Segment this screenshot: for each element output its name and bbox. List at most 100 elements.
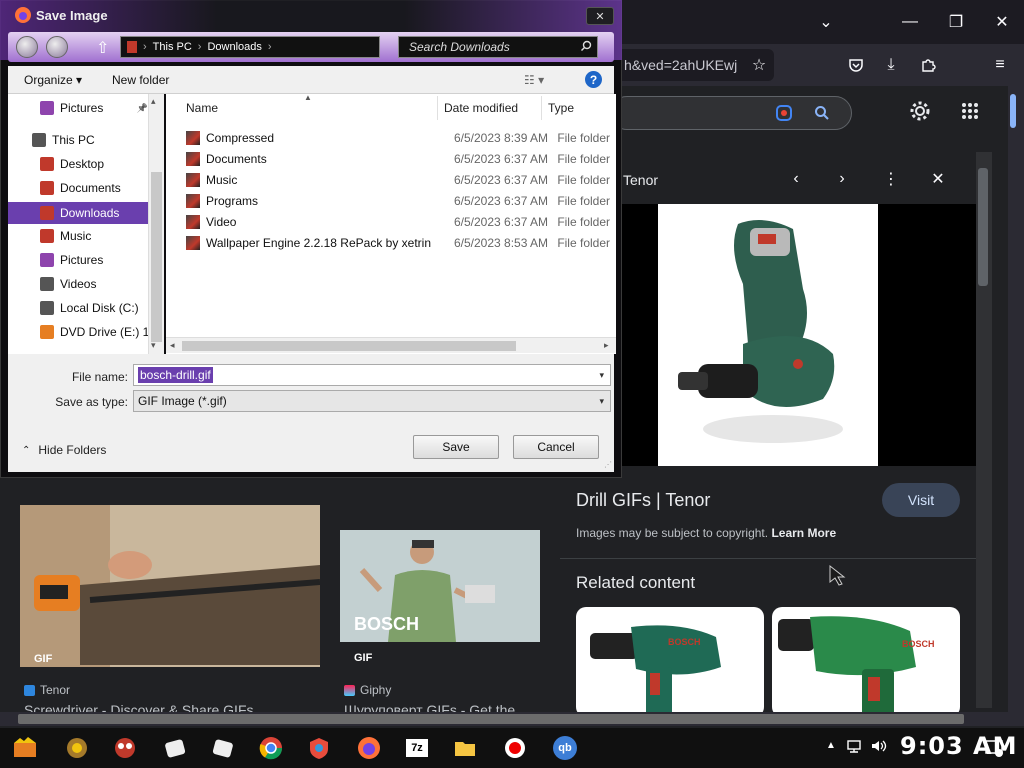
result-source[interactable]: Giphy xyxy=(344,683,391,697)
save-type-dropdown-icon[interactable]: ▾ xyxy=(599,396,604,407)
resize-grip-icon[interactable]: ⋰ xyxy=(604,460,612,469)
visit-button[interactable]: Visit xyxy=(882,483,960,517)
help-icon[interactable]: ? xyxy=(585,71,602,88)
drill-preview-image[interactable] xyxy=(658,204,878,466)
nav-item[interactable]: Local Disk (C:) xyxy=(8,297,148,319)
app-icon[interactable] xyxy=(160,733,190,763)
panel-source[interactable]: Tenor xyxy=(623,172,658,188)
show-hidden-icons-icon[interactable]: ▲ xyxy=(826,740,836,751)
restore-icon[interactable]: ❐ xyxy=(942,8,970,36)
bookmark-star-icon[interactable]: ☆ xyxy=(745,51,773,79)
network-icon[interactable] xyxy=(846,738,862,754)
panel-title[interactable]: Drill GIFs | Tenor xyxy=(576,490,710,511)
file-row[interactable]: Video 6/5/2023 6:37 AM File folder xyxy=(180,211,610,232)
hide-folders-toggle[interactable]: ⌃ Hide Folders xyxy=(22,443,106,457)
firefox-icon[interactable] xyxy=(354,733,384,763)
nav-item[interactable]: This PC xyxy=(8,129,148,151)
file-row[interactable]: Compressed 6/5/2023 8:39 AM File folder xyxy=(180,127,610,148)
scroll-right-icon[interactable]: ▸ xyxy=(604,340,609,351)
extensions-icon[interactable] xyxy=(914,51,942,79)
learn-more-link[interactable]: Learn More xyxy=(771,526,836,540)
app-icon[interactable] xyxy=(208,733,238,763)
dialog-close-button[interactable]: ✕ xyxy=(586,7,614,25)
nav-item[interactable]: Desktop xyxy=(8,153,148,175)
column-header-date[interactable]: Date modified xyxy=(438,96,542,120)
file-row[interactable]: Wallpaper Engine 2.2.18 RePack by xetrin… xyxy=(180,232,610,253)
search-icon[interactable] xyxy=(580,40,592,52)
back-button[interactable] xyxy=(16,36,38,58)
chrome-icon[interactable] xyxy=(256,733,286,763)
app-icon[interactable] xyxy=(110,733,140,763)
page-scrollbar-thumb[interactable] xyxy=(1010,94,1016,128)
view-options-icon[interactable]: ☷ ▾ xyxy=(524,73,544,87)
search-downloads-input[interactable]: Search Downloads xyxy=(398,36,598,58)
google-apps-icon[interactable] xyxy=(956,97,984,125)
panel-divider xyxy=(560,558,976,559)
scroll-down-icon[interactable]: ▾ xyxy=(151,340,156,351)
start-icon[interactable] xyxy=(10,733,40,763)
previous-image-icon[interactable]: ‹ xyxy=(782,165,810,193)
app-icon[interactable] xyxy=(62,733,92,763)
menu-hamburger-icon[interactable]: ≡ xyxy=(986,51,1014,79)
minimize-icon[interactable]: — xyxy=(896,8,924,36)
up-folder-icon[interactable]: ⇧ xyxy=(96,38,109,58)
file-name-input[interactable]: bosch-drill.gif ▾ xyxy=(133,364,611,386)
organize-menu[interactable]: Organize ▾ xyxy=(24,73,82,87)
pocket-icon[interactable] xyxy=(842,51,870,79)
record-icon[interactable] xyxy=(500,733,530,763)
forward-button[interactable] xyxy=(46,36,68,58)
cancel-button[interactable]: Cancel xyxy=(513,435,599,459)
nav-item[interactable]: DVD Drive (E:) 16 xyxy=(8,321,148,343)
app-icon[interactable] xyxy=(304,733,334,763)
file-list-scrollbar[interactable]: ◂ ▸ xyxy=(166,337,616,353)
scroll-left-icon[interactable]: ◂ xyxy=(170,340,175,351)
folder-icon[interactable] xyxy=(450,733,480,763)
file-list-scroll-thumb[interactable] xyxy=(182,341,516,351)
settings-gear-icon[interactable] xyxy=(906,97,934,125)
nav-item[interactable]: Documents xyxy=(8,177,148,199)
volume-icon[interactable] xyxy=(870,738,888,754)
breadcrumb[interactable]: › This PC › Downloads › xyxy=(120,36,380,58)
nav-item[interactable]: Pictures 📌 xyxy=(8,97,148,119)
related-content-heading: Related content xyxy=(576,573,696,592)
nav-item[interactable]: Music xyxy=(8,225,148,247)
page-scrollbar[interactable] xyxy=(1008,86,1024,726)
save-button[interactable]: Save xyxy=(413,435,499,459)
qbittorrent-icon[interactable]: qb xyxy=(550,733,580,763)
folder-icon xyxy=(186,172,200,187)
next-image-icon[interactable]: › xyxy=(828,165,856,193)
related-card[interactable]: BOSCH xyxy=(772,607,960,717)
dialog-title: Save Image xyxy=(36,8,108,23)
file-name-dropdown-icon[interactable]: ▾ xyxy=(599,370,604,381)
result-thumbnail[interactable]: BOSCH xyxy=(340,530,540,642)
file-row[interactable]: Music 6/5/2023 6:37 AM File folder xyxy=(180,169,610,190)
pin-icon[interactable]: 📌 xyxy=(137,103,148,114)
7zip-icon[interactable]: 7z xyxy=(402,733,432,763)
nav-item[interactable]: Pictures xyxy=(8,249,148,271)
panel-scrollbar-thumb[interactable] xyxy=(978,168,988,286)
save-type-select[interactable]: GIF Image (*.gif) ▾ xyxy=(133,390,611,412)
list-all-tabs-icon[interactable]: ⌄ xyxy=(812,8,840,36)
google-lens-icon[interactable] xyxy=(770,99,798,127)
related-card[interactable]: BOSCH xyxy=(576,607,764,717)
notifications-icon[interactable] xyxy=(984,738,1004,758)
breadcrumb-item[interactable]: Downloads xyxy=(207,41,261,53)
result-thumbnail[interactable]: GIF xyxy=(20,505,320,667)
scroll-up-icon[interactable]: ▴ xyxy=(151,96,156,107)
page-horizontal-scrollbar-thumb[interactable] xyxy=(18,714,964,724)
close-window-icon[interactable]: ✕ xyxy=(988,8,1016,36)
column-header-type[interactable]: Type xyxy=(542,96,614,120)
nav-pane-scrollbar[interactable]: ▴ ▾ xyxy=(148,94,164,354)
downloads-icon[interactable]: ⤓ xyxy=(877,51,905,79)
search-icon[interactable] xyxy=(808,99,836,127)
nav-item[interactable]: Downloads xyxy=(8,202,148,224)
file-row[interactable]: Documents 6/5/2023 6:37 AM File folder xyxy=(180,148,610,169)
nav-item[interactable]: Videos xyxy=(8,273,148,295)
more-options-icon[interactable]: ⋮ xyxy=(877,165,905,193)
close-panel-icon[interactable]: ✕ xyxy=(924,165,952,193)
new-folder-button[interactable]: New folder xyxy=(112,73,169,87)
file-row[interactable]: Programs 6/5/2023 6:37 AM File folder xyxy=(180,190,610,211)
nav-scroll-thumb[interactable] xyxy=(151,172,162,342)
breadcrumb-item[interactable]: This PC xyxy=(153,41,192,53)
result-source[interactable]: Tenor xyxy=(24,683,70,697)
